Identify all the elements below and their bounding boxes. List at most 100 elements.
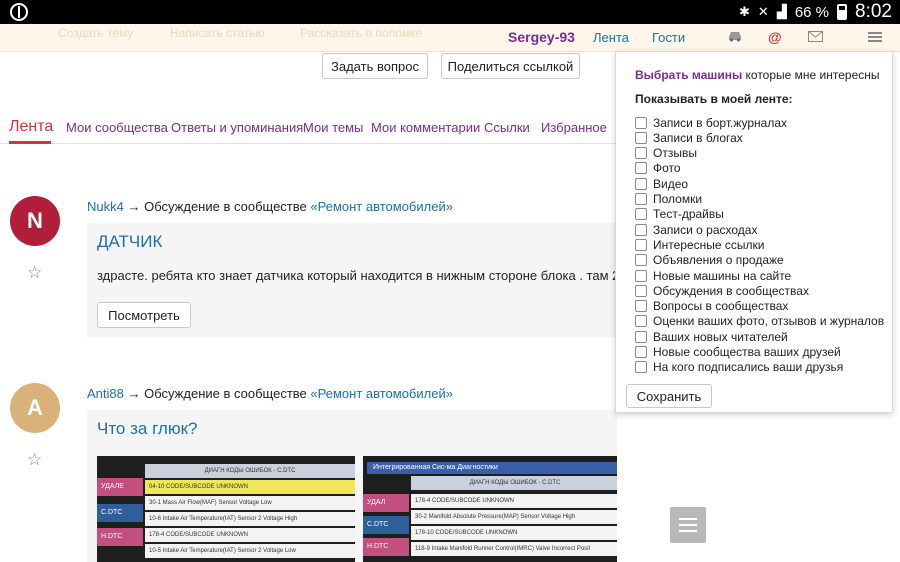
arrow-icon: → <box>127 199 141 214</box>
active-tab-indicator <box>9 141 51 144</box>
share-link-button[interactable]: Поделиться ссылкой <box>441 53 580 79</box>
photo-row: 10-5 Intake Air Temperature(IAT) Sensor … <box>145 544 355 558</box>
community-link[interactable]: «Ремонт автомобилей» <box>310 386 453 401</box>
feed-filter-option[interactable]: Обсуждения в сообществах <box>635 283 809 298</box>
photo-row: 178-4 CODE/SUBCODE UNKNOWN <box>145 528 355 542</box>
post-title[interactable]: Что за глюк? <box>97 419 197 439</box>
report-breakdown-link[interactable]: Рассказать о поломке <box>300 26 422 40</box>
checkbox[interactable] <box>635 300 647 313</box>
feed-filter-option[interactable]: Отзывы <box>635 146 697 161</box>
feed-filter-option[interactable]: Объявления о продаже <box>635 253 784 268</box>
checkbox[interactable] <box>635 193 647 205</box>
checkbox[interactable] <box>635 223 647 236</box>
feed-filter-option[interactable]: Видео <box>635 176 688 191</box>
create-topic-link[interactable]: Создать тему <box>58 26 133 40</box>
choose-cars-line: Выбрать машины которые мне интересны <box>635 68 880 82</box>
option-label: Отзывы <box>653 146 697 161</box>
clock: 8:02 <box>855 1 892 22</box>
post-photo[interactable]: ДИАГН КОДЫ ОШИБОК - С.DTC УДАЛЕ С.DTC Н.… <box>97 456 355 562</box>
checkbox[interactable] <box>635 177 647 190</box>
checkbox[interactable] <box>635 315 647 328</box>
checkbox[interactable] <box>635 254 647 267</box>
star-icon[interactable]: ☆ <box>27 263 42 283</box>
option-label: Записи о расходах <box>653 222 758 237</box>
community-link[interactable]: «Ремонт автомобилей» <box>310 199 453 214</box>
feed-filter-option[interactable]: Поломки <box>635 192 702 207</box>
feed-filter-option[interactable]: Тест-драйвы <box>635 207 724 222</box>
feed-filter-option[interactable]: Фото <box>635 161 681 176</box>
option-label: Новые машины на сайте <box>653 268 792 283</box>
feed-filter-option[interactable]: Записи о расходах <box>635 222 757 237</box>
photo-side-label: Н.DTC <box>97 528 143 546</box>
menu-icon[interactable] <box>868 32 882 42</box>
checkbox[interactable] <box>635 116 647 129</box>
feed-link[interactable]: Лента <box>593 30 629 45</box>
at-icon[interactable]: @ <box>768 29 782 45</box>
choose-cars-link[interactable]: Выбрать машины <box>635 68 742 82</box>
feed-filter-option[interactable]: Интересные ссылки <box>635 237 764 252</box>
checkbox[interactable] <box>635 346 647 358</box>
feed-item-meta: Nukk4 → Обсуждение в сообществе «Ремонт … <box>87 199 453 214</box>
action-text: Обсуждение в сообществе <box>144 199 307 214</box>
checkbox[interactable] <box>635 131 647 144</box>
action-text: Обсуждение в сообществе <box>144 386 307 401</box>
checkbox[interactable] <box>635 330 647 343</box>
post-card: Что за глюк? ДИАГН КОДЫ ОШИБОК - С.DTC У… <box>87 410 617 562</box>
car-icon[interactable] <box>727 29 743 45</box>
post-card: ДАТЧИК здрасте. ребята кто знает датчика… <box>87 223 617 337</box>
view-button[interactable]: Посмотреть <box>97 302 191 328</box>
option-label: Записи в борт.журналах <box>653 115 788 130</box>
guests-link[interactable]: Гости <box>652 30 685 45</box>
username-link[interactable]: Sergey-93 <box>508 29 575 45</box>
tab-my-topics[interactable]: Мои темы <box>303 120 363 135</box>
feed-tabs: Лента Мои сообщества Ответы и упоминания… <box>0 112 620 144</box>
scroll-top-button[interactable] <box>670 507 706 543</box>
tab-favorites[interactable]: Избранное <box>541 120 607 135</box>
checkbox[interactable] <box>635 147 647 160</box>
tab-my-communities[interactable]: Мои сообщества <box>66 120 168 135</box>
author-link[interactable]: Nukk4 <box>87 199 124 214</box>
option-label: Оценки ваших фото, отзывов и журналов <box>653 314 885 329</box>
feed-filter-option[interactable]: Записи в блогах <box>635 130 743 145</box>
photo-side-label: Н.DTC <box>363 538 409 556</box>
option-label: Вопросы в сообществах <box>653 299 789 314</box>
bluetooth-icon: ✱ <box>739 4 750 19</box>
checkbox[interactable] <box>635 284 647 297</box>
ask-question-button[interactable]: Задать вопрос <box>322 53 428 79</box>
author-link[interactable]: Anti88 <box>87 386 124 401</box>
option-label: Обсуждения в сообществах <box>653 283 809 298</box>
option-label: Поломки <box>653 192 703 206</box>
checkbox[interactable] <box>635 238 647 251</box>
post-photo[interactable]: Интегрированная Сис-ма Диагностики ДИАГН… <box>363 456 617 562</box>
feed-filter-option[interactable]: Новые сообщества ваших друзей <box>635 345 841 360</box>
tab-feed[interactable]: Лента <box>9 118 53 136</box>
tab-replies-mentions[interactable]: Ответы и упоминания <box>171 120 303 135</box>
star-icon[interactable]: ☆ <box>27 450 42 470</box>
option-label: Ваших новых читателей <box>653 329 788 344</box>
option-label: Видео <box>653 176 689 191</box>
checkbox[interactable] <box>635 269 647 282</box>
avatar[interactable]: N <box>10 196 60 246</box>
feed-filter-option[interactable]: Вопросы в сообществах <box>635 299 788 314</box>
checkbox[interactable] <box>635 162 647 175</box>
checkbox[interactable] <box>635 361 647 374</box>
write-article-link[interactable]: Написать статью <box>170 26 265 40</box>
feed-filter-option[interactable]: Оценки ваших фото, отзывов и журналов <box>635 314 884 329</box>
feed-filter-option[interactable]: Новые машины на сайте <box>635 268 791 283</box>
tab-my-comments[interactable]: Мои комментарии <box>371 120 480 135</box>
tab-links[interactable]: Ссылки <box>484 120 530 135</box>
post-title[interactable]: ДАТЧИК <box>97 232 162 252</box>
photo-row: 10-6 Intake Air Temperature(IAT) Sensor … <box>145 512 355 526</box>
avatar[interactable]: A <box>10 383 60 433</box>
photo-side-label: УДАЛЕ <box>97 478 143 496</box>
mail-icon[interactable] <box>808 29 823 45</box>
feed-filter-option[interactable]: Записи в борт.журналах <box>635 115 787 130</box>
photo-side-label: С.DTC <box>363 516 409 534</box>
feed-filter-option[interactable]: На кого подписались ваши друзья <box>635 360 843 375</box>
checkbox[interactable] <box>635 208 647 221</box>
photo-title: Интегрированная Сис-ма Диагностики <box>367 462 617 474</box>
save-button[interactable]: Сохранить <box>626 384 712 408</box>
feed-filter-option[interactable]: Ваших новых читателей <box>635 329 788 344</box>
option-label: Объявления о продаже <box>653 253 784 268</box>
option-label: Новые сообщества ваших друзей <box>653 345 841 359</box>
